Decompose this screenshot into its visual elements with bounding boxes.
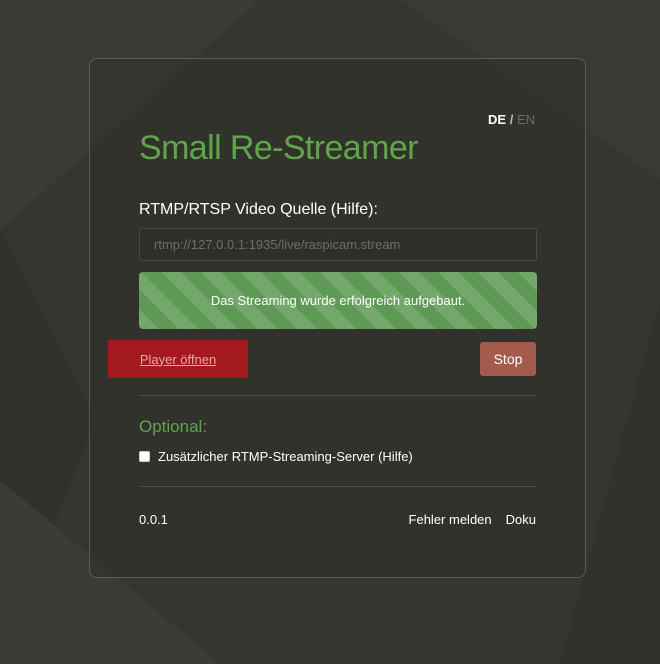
extra-server-checkbox[interactable] (139, 451, 150, 462)
extra-server-label[interactable]: Zusätzlicher RTMP-Streaming-Server (Hilf… (158, 449, 413, 464)
lang-separator: / (509, 112, 514, 127)
status-alert: Das Streaming wurde erfolgreich aufgebau… (139, 272, 537, 329)
divider-bottom (139, 486, 537, 487)
lang-de-link[interactable]: DE (488, 112, 506, 127)
extra-server-option: Zusätzlicher RTMP-Streaming-Server (Hilf… (139, 449, 413, 464)
source-label: RTMP/RTSP Video Quelle (Hilfe): (139, 201, 378, 218)
app-title: Small Re-Streamer (139, 129, 418, 167)
source-url-input[interactable] (139, 228, 537, 261)
open-player-button[interactable]: Player öffnen (108, 340, 248, 378)
divider-top (139, 395, 537, 396)
open-player-label: Player öffnen (139, 351, 217, 367)
lang-en-link[interactable]: EN (517, 112, 535, 127)
version-text: 0.0.1 (139, 512, 168, 527)
report-bug-link[interactable]: Fehler melden (409, 512, 492, 527)
footer-links: Fehler melden Doku (409, 512, 536, 527)
status-message: Das Streaming wurde erfolgreich aufgebau… (210, 293, 466, 308)
main-card: DE / EN Small Re-Streamer RTMP/RTSP Vide… (89, 58, 586, 578)
optional-heading: Optional: (139, 417, 208, 436)
stop-button[interactable]: Stop (480, 342, 536, 376)
language-switcher: DE / EN (488, 112, 535, 127)
docs-link[interactable]: Doku (506, 512, 536, 527)
